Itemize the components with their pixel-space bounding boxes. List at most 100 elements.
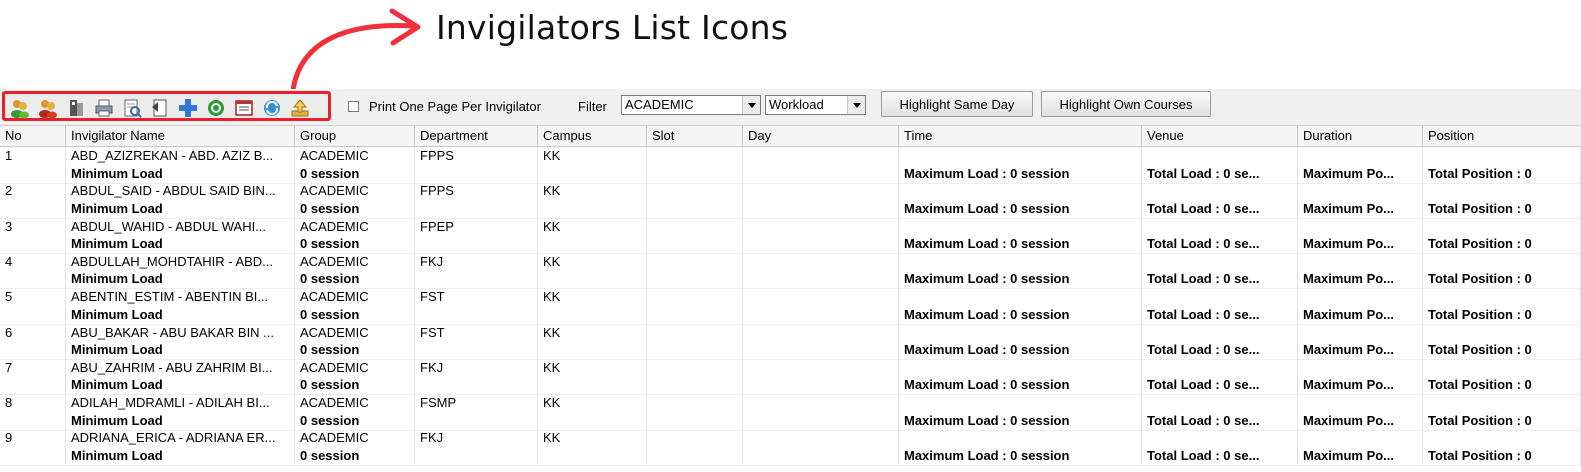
table-row[interactable]: 1 ABD_AZIZREKAN - ABD. AZIZ B... ACADEMIC F… <box>0 147 1581 165</box>
summary-row[interactable]: Minimum Load 0 session Maximum Load : 0 se… <box>0 164 1581 184</box>
cell-total-position: Total Position : 0 <box>1423 199 1581 218</box>
table-row[interactable]: 8 ADILAH_MDRAMLI - ADILAH BI... ACADEMIC FS… <box>0 394 1581 413</box>
cell-campus: KK <box>538 147 647 165</box>
cell-total-position: Total Position : 0 <box>1423 341 1581 359</box>
cell-empty <box>1423 288 1581 307</box>
table-row[interactable]: 5 ABENTIN_ESTIM - ABENTIN BI... ACADEMIC FS… <box>0 288 1581 307</box>
cell-empty <box>1298 217 1423 236</box>
cell-empty <box>647 358 743 377</box>
column-header-duration[interactable]: Duration <box>1298 126 1423 146</box>
cell-empty <box>743 358 899 377</box>
summary-row[interactable]: Minimum Load 0 session Maximum Load : 0 se… <box>0 199 1581 219</box>
cell-empty <box>415 270 538 289</box>
summary-row[interactable]: Minimum Load 0 session Maximum Load : 0 se… <box>0 235 1581 255</box>
table-row[interactable]: 6 ABU_BAKAR - ABU BAKAR BIN ... ACADEMIC FS… <box>0 323 1581 342</box>
cell-total-position: Total Position : 0 <box>1423 446 1581 465</box>
annotation-title: Invigilators List Icons <box>436 8 789 47</box>
column-header-day[interactable]: Day <box>743 126 899 146</box>
workload-select[interactable]: Workload <box>765 95 866 115</box>
remove-user-icon[interactable] <box>37 97 59 119</box>
cell-empty <box>0 235 66 254</box>
edit-list-icon[interactable] <box>149 97 171 119</box>
column-header-invigilator-name[interactable]: Invigilator Name <box>66 126 295 146</box>
cell-total-position: Total Position : 0 <box>1423 164 1581 183</box>
add-user-icon[interactable] <box>9 97 31 119</box>
cell-maximum-load: Maximum Load : 0 session <box>899 376 1142 395</box>
table-row[interactable]: 2 ABDUL_SAID - ABDUL SAID BIN... ACADEMIC F… <box>0 182 1581 201</box>
cell-empty <box>647 394 743 413</box>
cell-empty <box>743 252 899 271</box>
cell-department: FKJ <box>415 252 538 271</box>
import-icon[interactable] <box>65 97 87 119</box>
print-preview-icon[interactable] <box>121 97 143 119</box>
cell-empty <box>415 376 538 395</box>
summary-row[interactable]: Minimum Load 0 session Maximum Load : 0 se… <box>0 411 1581 431</box>
upload-icon[interactable] <box>289 97 311 119</box>
cell-campus: KK <box>538 358 647 377</box>
summary-row[interactable]: Minimum Load 0 session Maximum Load : 0 se… <box>0 305 1581 325</box>
summary-row[interactable]: Minimum Load 0 session Maximum Load : 0 se… <box>0 446 1581 466</box>
cell-empty <box>415 446 538 465</box>
summary-row[interactable]: Minimum Load 0 session Maximum Load : 0 se… <box>0 341 1581 360</box>
summary-row[interactable]: Minimum Load 0 session Maximum Load : 0 se… <box>0 270 1581 290</box>
column-header-group[interactable]: Group <box>295 126 415 146</box>
cell-empty <box>0 411 66 430</box>
refresh-icon[interactable] <box>261 97 283 119</box>
workload-select-value: Workload <box>769 97 824 112</box>
cell-empty <box>743 270 899 289</box>
chevron-down-icon[interactable] <box>847 96 865 114</box>
cell-empty <box>1423 147 1581 165</box>
highlight-same-day-button[interactable]: Highlight Same Day <box>881 91 1033 117</box>
cell-empty <box>899 358 1142 377</box>
cell-no: 5 <box>0 288 66 307</box>
cell-department: FKJ <box>415 358 538 377</box>
filter-label: Filter <box>578 99 607 114</box>
column-header-position[interactable]: Position <box>1423 126 1581 146</box>
column-header-time[interactable]: Time <box>899 126 1142 146</box>
cell-empty <box>538 164 647 183</box>
column-header-slot[interactable]: Slot <box>647 126 743 146</box>
cell-empty <box>743 235 899 254</box>
column-header-department[interactable]: Department <box>415 126 538 146</box>
chevron-down-icon[interactable] <box>742 96 760 114</box>
column-header-venue[interactable]: Venue <box>1142 126 1298 146</box>
table-row[interactable]: 3 ABDUL_WAHID - ABDUL WAHI... ACADEMIC FPEP… <box>0 217 1581 236</box>
cell-total-load: Total Load : 0 se... <box>1142 305 1298 324</box>
cell-empty <box>1298 394 1423 413</box>
table-row[interactable]: 7 ABU_ZAHRIM - ABU ZAHRIM BI... ACADEMIC FK… <box>0 358 1581 377</box>
cell-empty <box>1142 217 1298 236</box>
cell-invigilator-name: ADRIANA_ERICA - ADRIANA ER... <box>66 429 295 448</box>
print-one-page-option[interactable]: Print One Page Per Invigilator <box>348 99 541 114</box>
cell-campus: KK <box>538 429 647 448</box>
cell-invigilator-name: ABDULLAH_MOHDTAHIR - ABD... <box>66 252 295 271</box>
cell-empty <box>1298 147 1423 165</box>
cell-empty <box>415 411 538 430</box>
cell-empty <box>743 429 899 448</box>
cell-no: 3 <box>0 217 66 236</box>
cell-invigilator-name: ABU_BAKAR - ABU BAKAR BIN ... <box>66 323 295 342</box>
table-row[interactable]: 4 ABDULLAH_MOHDTAHIR - ABD... ACADEMIC FKJ K… <box>0 252 1581 271</box>
column-header-campus[interactable]: Campus <box>538 126 647 146</box>
cell-no: 1 <box>0 147 66 165</box>
cell-minimum-load-label: Minimum Load <box>66 235 295 254</box>
cell-empty <box>415 164 538 183</box>
cell-department: FSMP <box>415 394 538 413</box>
cell-empty <box>1142 358 1298 377</box>
column-header-no[interactable]: No <box>0 126 66 146</box>
cell-empty <box>743 288 899 307</box>
summary-row[interactable]: Minimum Load 0 session Maximum Load : 0 se… <box>0 376 1581 396</box>
cell-empty <box>1298 182 1423 201</box>
cell-total-load: Total Load : 0 se... <box>1142 235 1298 254</box>
cell-minimum-load-value: 0 session <box>295 446 415 465</box>
recycle-icon[interactable] <box>205 97 227 119</box>
filter-select[interactable]: ACADEMIC <box>621 95 761 115</box>
highlight-own-courses-button[interactable]: Highlight Own Courses <box>1041 91 1211 117</box>
properties-icon[interactable] <box>233 97 255 119</box>
add-icon[interactable] <box>177 97 199 119</box>
cell-department: FST <box>415 323 538 342</box>
print-one-page-checkbox[interactable] <box>348 101 359 112</box>
cell-maximum-position: Maximum Po... <box>1298 341 1423 359</box>
cell-empty <box>647 235 743 254</box>
print-icon[interactable] <box>93 97 115 119</box>
table-row[interactable]: 9 ADRIANA_ERICA - ADRIANA ER... ACADEMIC FK… <box>0 429 1581 448</box>
